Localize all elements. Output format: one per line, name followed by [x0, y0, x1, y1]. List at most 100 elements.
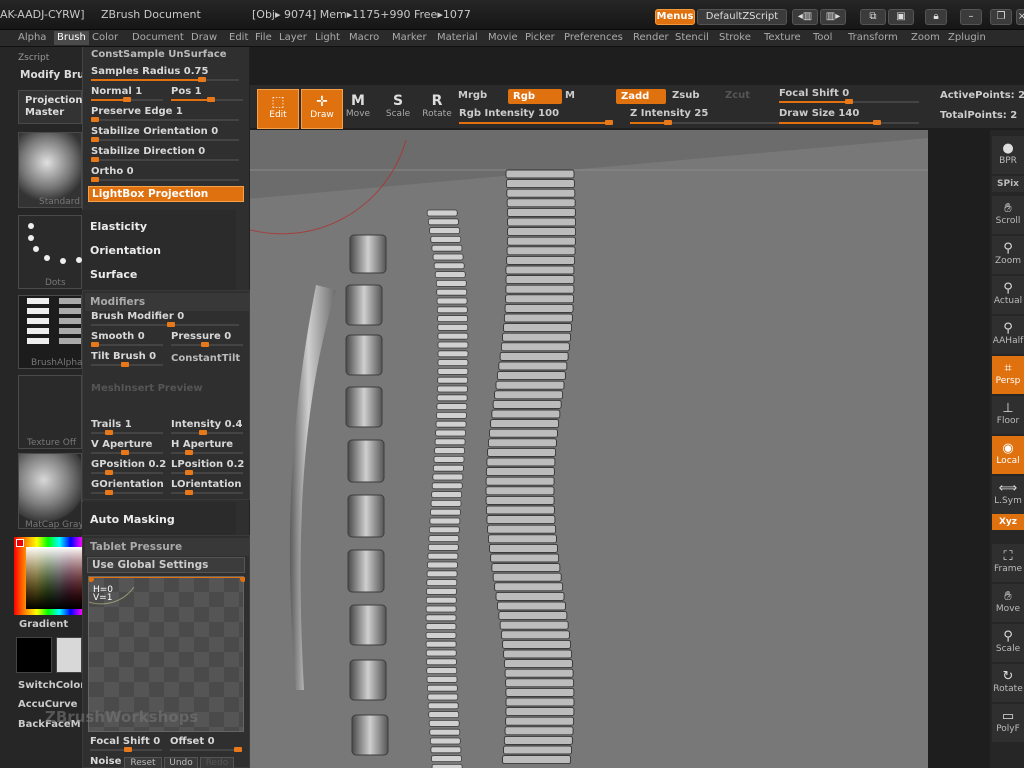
- minimize-icon[interactable]: –: [960, 9, 982, 25]
- rgb-intensity-bar[interactable]: [459, 120, 613, 125]
- use-global-settings-button[interactable]: Use Global Settings: [87, 557, 245, 573]
- tablet-pressure-header[interactable]: Tablet Pressure: [85, 538, 249, 556]
- local-button[interactable]: ◉ Local: [992, 436, 1024, 474]
- move-button[interactable]: M Move: [337, 89, 379, 129]
- bpr-button[interactable]: ● BPR: [992, 136, 1024, 174]
- thick-coil-stroke: [485, 169, 577, 765]
- samples-radius-bar[interactable]: [91, 77, 239, 82]
- mrgb-button[interactable]: Mrgb: [458, 90, 487, 101]
- z-intensity-slider[interactable]: Z Intensity 25: [630, 108, 708, 119]
- main-color-swatch[interactable]: [16, 637, 52, 673]
- bpr-label: BPR: [999, 156, 1017, 166]
- gradient-button[interactable]: Gradient: [19, 619, 68, 630]
- menu-transform[interactable]: Transform: [848, 32, 898, 43]
- menu-document[interactable]: Document: [132, 32, 184, 43]
- menu-stroke[interactable]: Stroke: [719, 32, 751, 43]
- scale-button[interactable]: ⚲ Scale: [992, 624, 1024, 662]
- matcap-material-thumb[interactable]: MatCap Gray: [18, 453, 84, 530]
- window-stack-icon[interactable]: ▣: [888, 9, 914, 25]
- pos-bar[interactable]: [171, 97, 243, 102]
- lock-icon[interactable]: 🔒︎: [925, 9, 947, 25]
- m-button[interactable]: M: [565, 90, 575, 101]
- normal-bar[interactable]: [91, 97, 163, 102]
- color-picker[interactable]: [14, 537, 82, 615]
- canvas-viewport[interactable]: [236, 130, 928, 768]
- move-button[interactable]: ✋︎ Move: [992, 584, 1024, 622]
- actual-button[interactable]: ⚲ Actual: [992, 276, 1024, 314]
- zcut-button[interactable]: Zcut: [725, 90, 750, 101]
- menu-preferences[interactable]: Preferences: [564, 32, 623, 43]
- zsub-button[interactable]: Zsub: [672, 90, 699, 101]
- scroll-button[interactable]: ✋︎ Scroll: [992, 196, 1024, 234]
- rgb-intensity-slider[interactable]: Rgb Intensity 100: [459, 108, 559, 119]
- modifiers-header[interactable]: Modifiers: [85, 293, 249, 311]
- lightbox-projection-button[interactable]: LightBox Projection: [88, 186, 244, 202]
- menu-material[interactable]: Material: [437, 32, 478, 43]
- menu-zoom[interactable]: Zoom: [911, 32, 940, 43]
- menu-brush[interactable]: Brush: [54, 31, 89, 45]
- menu-marker[interactable]: Marker: [392, 32, 427, 43]
- menu-layer[interactable]: Layer: [279, 32, 307, 43]
- focal-shift-slider[interactable]: Focal Shift 0: [779, 88, 849, 99]
- menu-movie[interactable]: Movie: [488, 32, 518, 43]
- default-zscript-button[interactable]: DefaultZScript: [697, 9, 787, 25]
- frame-button[interactable]: ⛶ Frame: [992, 544, 1024, 582]
- persp-button[interactable]: ⌗ Persp: [992, 356, 1024, 394]
- texture-thumb[interactable]: Texture Off: [18, 375, 82, 449]
- menu-draw[interactable]: Draw: [191, 32, 217, 43]
- projection-master-button[interactable]: Projection Master: [18, 90, 82, 124]
- rotate-button[interactable]: ↻ Rotate: [992, 664, 1024, 702]
- menu-macro[interactable]: Macro: [349, 32, 379, 43]
- curve-point-start[interactable]: [89, 577, 94, 582]
- draw-size-slider[interactable]: Draw Size 140: [779, 108, 859, 119]
- curve-reset-button[interactable]: Reset: [124, 757, 162, 768]
- orientation-section[interactable]: Orientation: [90, 244, 161, 257]
- menus-button[interactable]: Menus: [655, 9, 695, 25]
- menu-render[interactable]: Render: [633, 32, 669, 43]
- scale-button[interactable]: S Scale: [377, 89, 419, 129]
- surface-section[interactable]: Surface: [90, 268, 137, 281]
- switch-color-button[interactable]: SwitchColor: [18, 680, 85, 691]
- edit-button[interactable]: ⬚ Edit: [257, 89, 299, 129]
- menu-file[interactable]: File: [255, 32, 272, 43]
- xyz-button[interactable]: XyzXyz: [992, 514, 1024, 530]
- rotate-button[interactable]: R Rotate: [416, 89, 458, 129]
- elasticity-section[interactable]: Elasticity: [90, 220, 147, 233]
- curve-undo-button[interactable]: Undo: [164, 757, 198, 768]
- polyf-button[interactable]: ▭ PolyF: [992, 704, 1024, 742]
- zoom-button[interactable]: ⚲ Zoom: [992, 236, 1024, 274]
- project-id: AK-AADJ-CYRW]: [0, 8, 85, 21]
- lsym-button[interactable]: ⟺ L.Sym: [992, 476, 1024, 514]
- menu-picker[interactable]: Picker: [525, 32, 555, 43]
- menu-alpha[interactable]: Alpha: [18, 32, 46, 43]
- spix-button[interactable]: ▬SPix: [992, 176, 1024, 192]
- zadd-button[interactable]: Zadd: [616, 89, 666, 104]
- menu-color[interactable]: Color: [92, 32, 118, 43]
- close-icon[interactable]: ×: [1016, 9, 1024, 25]
- maximize-icon[interactable]: ❐: [990, 9, 1012, 25]
- dots-stroke-thumb[interactable]: Dots: [18, 215, 82, 289]
- menu-stencil[interactable]: Stencil: [675, 32, 709, 43]
- scale-icon: ⚲: [1003, 629, 1013, 644]
- aahalf-button[interactable]: ⚲ AAHalf: [992, 316, 1024, 354]
- scroll-icon: ✋︎: [1004, 201, 1012, 216]
- menu-edit[interactable]: Edit: [229, 32, 248, 43]
- menu-texture[interactable]: Texture: [764, 32, 801, 43]
- brush-alpha-thumb[interactable]: BrushAlpha: [18, 295, 83, 369]
- menu-tool[interactable]: Tool: [813, 32, 832, 43]
- window-layout-icon[interactable]: ⧉: [860, 9, 886, 25]
- secondary-color-swatch[interactable]: [56, 637, 82, 673]
- focal-shift-bar[interactable]: [779, 99, 919, 104]
- layout-right-icon[interactable]: ▥▸: [820, 9, 846, 25]
- curve-point-end[interactable]: [240, 577, 245, 582]
- menu-zplugin[interactable]: Zplugin: [948, 32, 986, 43]
- layout-left-icon[interactable]: ◂▥: [792, 9, 818, 25]
- auto-masking-section[interactable]: Auto Masking: [90, 513, 175, 526]
- standard-brush-thumb[interactable]: Standard: [18, 132, 82, 208]
- curve-redo-button[interactable]: Redo: [200, 757, 234, 768]
- rgb-button[interactable]: Rgb: [508, 89, 562, 104]
- floor-button[interactable]: ⊥ Floor: [992, 396, 1024, 434]
- draw-size-bar[interactable]: [779, 120, 919, 125]
- menu-light[interactable]: Light: [315, 32, 340, 43]
- z-intensity-bar[interactable]: [630, 120, 780, 125]
